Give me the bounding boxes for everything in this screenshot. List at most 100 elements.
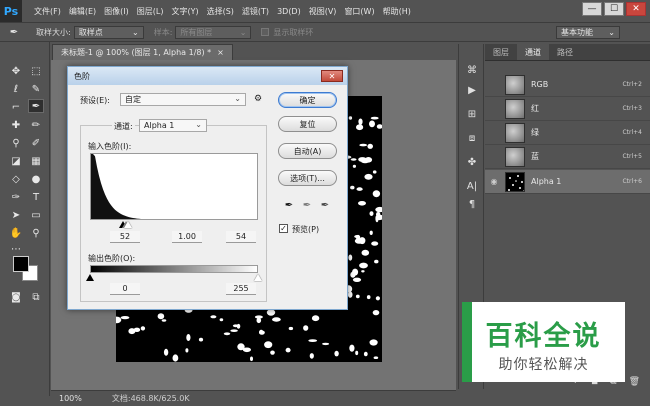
- document-tab[interactable]: 未标题-1 @ 100% (图层 1, Alpha 1/8) * ×: [52, 44, 233, 60]
- sample-label: 样本:: [153, 27, 173, 37]
- menu-file[interactable]: 文件(F): [30, 6, 65, 17]
- menu-layer[interactable]: 图层(L): [133, 6, 168, 17]
- pen-tool-icon[interactable]: ✑: [8, 190, 24, 204]
- zoom-tool-icon[interactable]: ⚲: [28, 226, 44, 240]
- preset-label: 预设(E):: [80, 96, 110, 105]
- dialog-close-button[interactable]: ✕: [321, 70, 343, 82]
- maximize-button[interactable]: ☐: [604, 2, 624, 16]
- quick-select-tool-icon[interactable]: ✎: [28, 82, 44, 96]
- channel-row-blue[interactable]: 蓝 Ctrl+5: [485, 145, 650, 169]
- status-bar: 100% 文档:468.8K/625.0K: [51, 390, 456, 406]
- shape-tool-icon[interactable]: ▭: [28, 208, 44, 222]
- more-tools-icon[interactable]: ⋯: [8, 242, 24, 256]
- sample-size-select[interactable]: 取样点 ⌄: [73, 25, 144, 39]
- paragraph-panel-icon[interactable]: ¶: [464, 196, 480, 212]
- character-panel-icon[interactable]: A|: [464, 178, 480, 194]
- menu-3d[interactable]: 3D(D): [273, 7, 305, 16]
- black-point-eyedropper-icon[interactable]: ✒: [283, 199, 295, 211]
- eyedropper-tool-icon[interactable]: ✒: [28, 99, 44, 113]
- tab-layers[interactable]: 图层: [485, 44, 517, 60]
- input-white-field[interactable]: [226, 231, 256, 243]
- ok-button[interactable]: 确定: [278, 92, 337, 108]
- visibility-toggle[interactable]: [487, 78, 501, 92]
- reset-button[interactable]: 复位: [278, 116, 337, 132]
- output-white-handle[interactable]: [254, 274, 262, 281]
- marquee-tool-icon[interactable]: ⬚: [28, 64, 44, 78]
- close-window-button[interactable]: ✕: [626, 2, 646, 16]
- show-ring-checkbox[interactable]: [261, 28, 270, 36]
- quick-mask-icon[interactable]: ◙: [8, 290, 24, 304]
- options-button[interactable]: 选项(T)...: [278, 170, 337, 186]
- eraser-tool-icon[interactable]: ◪: [8, 154, 24, 168]
- properties-panel-icon[interactable]: ⊞: [464, 106, 480, 122]
- foreground-color-swatch[interactable]: [13, 256, 29, 272]
- stamp-tool-icon[interactable]: ⚲: [8, 136, 24, 150]
- healing-tool-icon[interactable]: ✚: [8, 118, 24, 132]
- speckle: [375, 296, 380, 301]
- dodge-tool-icon[interactable]: ●: [28, 172, 44, 186]
- channel-row-red[interactable]: 红 Ctrl+3: [485, 97, 650, 121]
- visibility-toggle[interactable]: [487, 102, 501, 116]
- blur-tool-icon[interactable]: ◇: [8, 172, 24, 186]
- speckle: [356, 187, 363, 191]
- output-black-field[interactable]: [110, 283, 140, 295]
- menu-select[interactable]: 选择(S): [203, 6, 238, 17]
- clone-source-icon[interactable]: ⧈: [464, 130, 480, 146]
- workspace-select[interactable]: 基本功能 ⌄: [556, 26, 620, 39]
- move-tool-icon[interactable]: ✥: [8, 64, 24, 78]
- speckle: [349, 344, 355, 352]
- input-levels-slider[interactable]: [90, 220, 258, 229]
- gradient-tool-icon[interactable]: ▦: [28, 154, 44, 168]
- preview-checkbox[interactable]: ✓: [279, 224, 288, 233]
- preset-select[interactable]: 自定 ⌄: [120, 93, 246, 106]
- speckle: [347, 291, 353, 298]
- output-black-handle[interactable]: [86, 274, 94, 281]
- minimize-button[interactable]: —: [582, 2, 602, 16]
- menu-help[interactable]: 帮助(H): [379, 6, 415, 17]
- screen-mode-icon[interactable]: ⧉: [28, 290, 44, 304]
- menu-window[interactable]: 窗口(W): [340, 6, 378, 17]
- eyedropper-tool-icon[interactable]: ✒: [6, 25, 22, 39]
- visibility-toggle[interactable]: [487, 126, 501, 140]
- channel-select[interactable]: Alpha 1 ⌄: [139, 119, 207, 132]
- close-tab-icon[interactable]: ×: [217, 48, 224, 57]
- input-gamma-field[interactable]: [172, 231, 202, 243]
- menu-type[interactable]: 文字(Y): [167, 6, 202, 17]
- menu-filter[interactable]: 滤镜(T): [238, 6, 273, 17]
- history-panel-icon[interactable]: ⌘: [464, 62, 480, 78]
- tab-paths[interactable]: 路径: [549, 44, 581, 60]
- speckle: [369, 120, 375, 128]
- sample-select[interactable]: 所有图层 ⌄: [175, 25, 252, 39]
- input-black-field[interactable]: [110, 231, 140, 243]
- histogram-graph: [91, 154, 141, 219]
- chevron-down-icon: ⌄: [132, 27, 139, 37]
- brush-tool-icon[interactable]: ✏: [28, 118, 44, 132]
- input-white-handle[interactable]: [124, 221, 132, 228]
- channel-row-alpha-1[interactable]: ◉ Alpha 1 Ctrl+6: [485, 170, 650, 194]
- eye-icon[interactable]: ◉: [487, 175, 501, 189]
- path-select-tool-icon[interactable]: ➤: [8, 208, 24, 222]
- brush-presets-icon[interactable]: ✤: [464, 154, 480, 170]
- menu-image[interactable]: 图像(I): [100, 6, 133, 17]
- speckle: [161, 319, 167, 322]
- preset-options-gear-icon[interactable]: ⚙: [254, 94, 262, 104]
- trash-icon[interactable]: 🗑: [629, 377, 640, 387]
- tab-channels[interactable]: 通道: [517, 44, 549, 60]
- history-brush-tool-icon[interactable]: ✐: [28, 136, 44, 150]
- dialog-titlebar[interactable]: 色阶: [68, 67, 347, 85]
- menu-edit[interactable]: 编辑(E): [65, 6, 100, 17]
- crop-tool-icon[interactable]: ⌐: [8, 100, 24, 114]
- gray-point-eyedropper-icon[interactable]: ✒: [301, 199, 313, 211]
- lasso-tool-icon[interactable]: ℓ: [8, 82, 24, 96]
- auto-button[interactable]: 自动(A): [278, 143, 337, 159]
- channel-row-green[interactable]: 绿 Ctrl+4: [485, 121, 650, 145]
- visibility-toggle[interactable]: [487, 150, 501, 164]
- channel-row-rgb[interactable]: RGB Ctrl+2: [485, 73, 650, 97]
- hand-tool-icon[interactable]: ✋: [8, 226, 24, 240]
- zoom-level[interactable]: 100%: [59, 394, 82, 403]
- output-white-field[interactable]: [226, 283, 256, 295]
- menu-view[interactable]: 视图(V): [305, 6, 341, 17]
- actions-play-icon[interactable]: ▶: [464, 82, 480, 98]
- white-point-eyedropper-icon[interactable]: ✒: [319, 199, 331, 211]
- type-tool-icon[interactable]: T: [28, 190, 44, 204]
